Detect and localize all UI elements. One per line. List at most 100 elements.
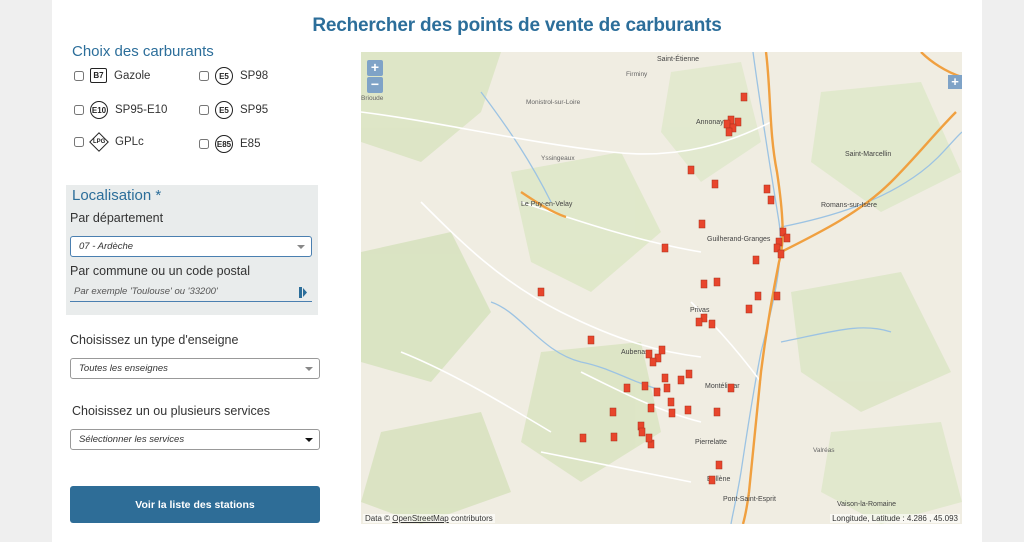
fuel-station-marker-icon[interactable] — [777, 249, 785, 259]
fuel-station-marker-icon[interactable] — [663, 383, 671, 393]
layer-switcher-button[interactable]: + — [948, 75, 962, 89]
view-stations-button[interactable]: Voir la liste des stations — [70, 486, 320, 523]
map-attribution: Data © OpenStreetMap contributors — [363, 514, 495, 523]
enseigne-value: Toutes les enseignes — [79, 363, 168, 374]
fuel-station-marker-icon[interactable] — [700, 279, 708, 289]
commune-input[interactable]: Par exemple 'Toulouse' ou '33200' — [70, 284, 312, 302]
fuel-station-marker-icon[interactable] — [715, 460, 723, 470]
fuel-station-marker-icon[interactable] — [661, 373, 669, 383]
fuel-checkbox-sp95-e10[interactable] — [74, 105, 84, 115]
fuel-option-gazole[interactable]: B7 Gazole — [74, 68, 150, 83]
fuel-option-gplc[interactable]: LPG GPLc — [74, 132, 144, 152]
fuel-station-marker-icon[interactable] — [653, 387, 661, 397]
services-select[interactable]: Sélectionner les services — [70, 429, 320, 450]
zoom-in-button[interactable]: + — [367, 60, 383, 76]
fuel-option-sp98[interactable]: E5 SP98 — [199, 67, 268, 85]
department-select[interactable]: 07 - Ardèche — [70, 236, 312, 257]
fuel-section-title: Choix des carburants — [72, 43, 214, 60]
enseigne-label: Choisissez un type d'enseigne — [70, 333, 239, 347]
fuel-station-marker-icon[interactable] — [745, 304, 753, 314]
terrain-layer — [361, 52, 962, 524]
fuel-station-marker-icon[interactable] — [685, 369, 693, 379]
e85-badge-icon: E85 — [215, 135, 233, 153]
fuel-station-marker-icon[interactable] — [708, 475, 716, 485]
fuel-station-marker-icon[interactable] — [677, 375, 685, 385]
place-label: Valréas — [813, 447, 835, 454]
fuel-station-marker-icon[interactable] — [645, 349, 653, 359]
fuel-station-marker-icon[interactable] — [727, 383, 735, 393]
place-label: Annonay — [696, 119, 724, 126]
place-label: Saint-Marcellin — [845, 151, 891, 158]
place-label: Firminy — [626, 71, 648, 78]
openstreetmap-link[interactable]: OpenStreetMap — [392, 514, 448, 523]
zoom-out-button[interactable]: − — [367, 77, 383, 93]
fuel-station-marker-icon[interactable] — [647, 403, 655, 413]
place-label: Pierrelatte — [695, 439, 727, 446]
fuel-label: SP95-E10 — [115, 104, 168, 116]
fuel-station-marker-icon[interactable] — [687, 165, 695, 175]
chevron-down-icon — [305, 438, 313, 442]
fuel-option-e85[interactable]: E85 E85 — [199, 135, 260, 153]
fuel-checkbox-e85[interactable] — [199, 139, 209, 149]
geolocate-icon[interactable] — [299, 287, 308, 298]
fuel-station-marker-icon[interactable] — [668, 408, 676, 418]
fuel-station-marker-icon[interactable] — [537, 287, 545, 297]
fuel-station-marker-icon[interactable] — [725, 127, 733, 137]
fuel-station-marker-icon[interactable] — [783, 233, 791, 243]
place-label: Pont-Saint-Esprit — [723, 496, 776, 503]
commune-label: Par commune ou un code postal — [70, 264, 250, 278]
fuel-station-marker-icon[interactable] — [623, 383, 631, 393]
search-panel: Rechercher des points de vente de carbur… — [52, 0, 982, 542]
fuel-station-marker-icon[interactable] — [638, 427, 646, 437]
fuel-station-marker-icon[interactable] — [658, 345, 666, 355]
fuel-label: E85 — [240, 138, 261, 150]
fuel-station-marker-icon[interactable] — [684, 405, 692, 415]
fuel-station-marker-icon[interactable] — [767, 195, 775, 205]
e5-badge-icon: E5 — [215, 67, 233, 85]
coordinates-readout: Longitude, Latitude : 4.286 , 45.093 — [830, 514, 960, 523]
fuel-checkbox-gazole[interactable] — [74, 70, 84, 81]
fuel-station-marker-icon[interactable] — [610, 432, 618, 442]
fuel-station-marker-icon[interactable] — [773, 291, 781, 301]
place-label: Saint-Étienne — [657, 54, 699, 63]
place-label: Privas — [690, 307, 710, 314]
fuel-station-marker-icon[interactable] — [579, 433, 587, 443]
place-label: Le Puy-en-Velay — [521, 201, 573, 208]
place-label: Guilherand-Granges — [707, 236, 771, 243]
fuel-station-marker-icon[interactable] — [645, 433, 653, 443]
fuel-station-marker-icon[interactable] — [649, 357, 657, 367]
fuel-station-marker-icon[interactable] — [698, 219, 706, 229]
commune-placeholder: Par exemple 'Toulouse' ou '33200' — [74, 286, 218, 297]
localisation-title: Localisation * — [72, 187, 162, 204]
fuel-station-marker-icon[interactable] — [711, 179, 719, 189]
fuel-station-marker-icon[interactable] — [754, 291, 762, 301]
fuel-checkbox-sp95[interactable] — [199, 105, 209, 115]
stations-map[interactable]: Saint-Étienne Firminy Brioude Monistrol-… — [361, 52, 962, 524]
fuel-checkbox-gplc[interactable] — [74, 137, 84, 147]
e5-badge-icon: E5 — [215, 101, 233, 119]
fuel-station-marker-icon[interactable] — [740, 92, 748, 102]
fuel-station-marker-icon[interactable] — [661, 243, 669, 253]
fuel-station-marker-icon[interactable] — [609, 407, 617, 417]
map-canvas: Saint-Étienne Firminy Brioude Monistrol-… — [361, 52, 962, 524]
enseigne-select[interactable]: Toutes les enseignes — [70, 358, 320, 379]
fuel-station-marker-icon[interactable] — [667, 397, 675, 407]
fuel-station-marker-icon[interactable] — [641, 381, 649, 391]
fuel-label: Gazole — [114, 69, 151, 82]
fuel-option-sp95[interactable]: E5 SP95 — [199, 101, 268, 119]
fuel-station-marker-icon[interactable] — [587, 335, 595, 345]
e10-badge-icon: E10 — [90, 101, 108, 119]
fuel-option-sp95-e10[interactable]: E10 SP95-E10 — [74, 101, 167, 119]
fuel-checkbox-sp98[interactable] — [199, 71, 209, 81]
fuel-station-marker-icon[interactable] — [695, 317, 703, 327]
fuel-station-marker-icon[interactable] — [752, 255, 760, 265]
department-label: Par département — [70, 211, 164, 225]
chevron-down-icon — [297, 245, 305, 249]
fuel-station-marker-icon[interactable] — [763, 184, 771, 194]
fuel-station-marker-icon[interactable] — [723, 119, 731, 129]
fuel-station-marker-icon[interactable] — [708, 319, 716, 329]
fuel-station-marker-icon[interactable] — [713, 407, 721, 417]
services-value: Sélectionner les services — [79, 434, 185, 445]
fuel-station-marker-icon[interactable] — [713, 277, 721, 287]
place-label: Brioude — [361, 95, 384, 102]
